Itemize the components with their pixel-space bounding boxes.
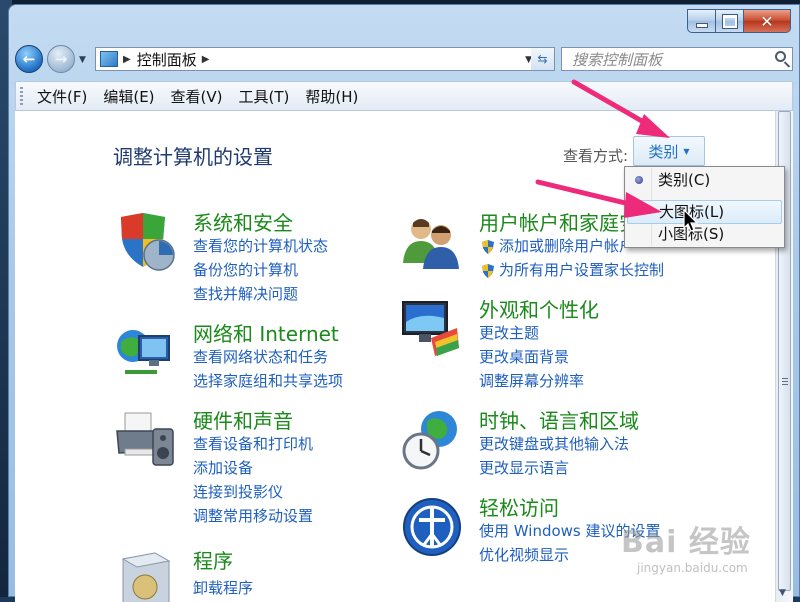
address-bar[interactable]: ▶ 控制面板 ▶ ▼ <box>95 47 541 71</box>
search-box[interactable] <box>561 47 793 71</box>
link-keyboard-input[interactable]: 更改键盘或其他输入法 <box>479 433 629 454</box>
menu-grip <box>20 87 23 105</box>
refresh-button[interactable]: ⇆ <box>531 47 555 71</box>
link-backup-computer[interactable]: 备份您的计算机 <box>193 259 298 280</box>
view-by-value: 类别 <box>648 142 679 161</box>
category-title[interactable]: 硬件和声音 <box>193 405 293 434</box>
category-title[interactable]: 系统和安全 <box>193 207 293 236</box>
close-button[interactable]: ✕ <box>743 9 791 33</box>
menu-view[interactable]: 查看(V) <box>163 86 231 107</box>
view-by-menu: 类别(C) 大图标(L) 小图标(S) <box>624 166 785 248</box>
monitor-palette-icon <box>402 301 459 356</box>
category-title[interactable]: 时钟、语言和区域 <box>479 405 639 434</box>
users-icon <box>403 219 459 269</box>
link-parental-controls[interactable]: 为所有用户设置家长控制 <box>499 259 664 280</box>
menu-item-label: 大图标(L) <box>659 203 725 221</box>
link-optimize-display[interactable]: 优化视频显示 <box>479 544 569 565</box>
history-dropdown-icon[interactable]: ▼ <box>79 55 86 65</box>
uac-shield-icon <box>481 239 495 254</box>
link-troubleshoot[interactable]: 查找并解决问题 <box>193 283 298 304</box>
link-screen-resolution[interactable]: 调整屏幕分辨率 <box>479 370 584 391</box>
link-devices-printers[interactable]: 查看设备和打印机 <box>193 433 313 454</box>
back-arrow-icon: ← <box>22 50 36 68</box>
category-title[interactable]: 外观和个性化 <box>479 294 599 323</box>
scrollbar-grip-icon <box>782 378 788 386</box>
menu-item-small-icons[interactable]: 小图标(S) <box>627 223 782 247</box>
uac-shield-icon <box>481 263 495 278</box>
navigation-bar: ← → ▼ ▶ 控制面板 ▶ ▼ ⇆ <box>9 41 799 77</box>
menu-item-category[interactable]: 类别(C) <box>627 169 782 193</box>
watermark-url: jingyan.baidu.com <box>637 561 748 575</box>
category-title[interactable]: 网络和 Internet <box>193 318 339 347</box>
caption-buttons: ✕ <box>687 9 791 33</box>
refresh-icon: ⇆ <box>537 52 548 66</box>
link-check-computer-status[interactable]: 查看您的计算机状态 <box>193 235 328 256</box>
close-icon: ✕ <box>760 11 774 31</box>
maximize-button[interactable] <box>715 9 743 33</box>
menu-file[interactable]: 文件(F) <box>29 86 95 107</box>
forward-arrow-icon: → <box>54 50 68 68</box>
link-connect-projector[interactable]: 连接到投影仪 <box>193 481 283 502</box>
breadcrumb-chevron-icon[interactable]: ▶ <box>123 54 131 65</box>
category-title[interactable]: 轻松访问 <box>479 492 559 521</box>
link-mobility-settings[interactable]: 调整常用移动设置 <box>193 505 313 526</box>
printer-icon <box>116 412 174 466</box>
menu-help[interactable]: 帮助(H) <box>297 86 366 107</box>
menu-item-label: 类别(C) <box>658 171 711 189</box>
control-panel-window: ✕ ← → ▼ ▶ 控制面板 ▶ ▼ ⇆ 文件(F) 编辑(E) 查看(V) 工… <box>8 4 800 602</box>
network-globe-icon <box>117 330 170 374</box>
link-display-language[interactable]: 更改显示语言 <box>479 457 569 478</box>
link-change-theme[interactable]: 更改主题 <box>479 322 539 343</box>
forward-button[interactable]: → <box>47 45 75 73</box>
link-add-remove-users[interactable]: 添加或删除用户帐户 <box>499 235 634 256</box>
ease-of-access-icon <box>403 498 461 556</box>
clock-globe-icon <box>402 411 457 470</box>
menu-item-label: 小图标(S) <box>658 225 725 243</box>
menu-bar: 文件(F) 编辑(E) 查看(V) 工具(T) 帮助(H) <box>15 81 793 111</box>
minimize-icon <box>695 22 708 28</box>
link-desktop-background[interactable]: 更改桌面背景 <box>479 346 569 367</box>
page-title: 调整计算机的设置 <box>113 145 273 169</box>
chevron-down-icon: ▼ <box>683 146 690 156</box>
menu-edit[interactable]: 编辑(E) <box>95 86 162 107</box>
category-title[interactable]: 用户帐户和家庭安 <box>479 207 639 236</box>
programs-box-icon <box>121 552 171 602</box>
back-button[interactable]: ← <box>15 45 43 73</box>
link-network-status[interactable]: 查看网络状态和任务 <box>193 346 328 367</box>
minimize-button[interactable] <box>687 9 715 33</box>
control-panel-icon <box>100 51 118 67</box>
link-uninstall-program[interactable]: 卸载程序 <box>193 577 253 598</box>
link-add-device[interactable]: 添加设备 <box>193 457 253 478</box>
view-by-label: 查看方式: <box>563 147 629 165</box>
view-by-button[interactable]: 类别 ▼ <box>633 136 705 166</box>
link-homegroup-sharing[interactable]: 选择家庭组和共享选项 <box>193 370 343 391</box>
menu-item-large-icons[interactable]: 大图标(L) <box>627 200 782 224</box>
search-input[interactable] <box>570 49 770 71</box>
category-title[interactable]: 程序 <box>193 545 233 574</box>
menu-tools[interactable]: 工具(T) <box>231 86 298 107</box>
shield-icon <box>121 213 175 271</box>
search-icon[interactable] <box>775 51 786 62</box>
breadcrumb-chevron-icon[interactable]: ▶ <box>202 54 210 65</box>
maximize-icon <box>721 13 738 29</box>
radio-bullet-icon <box>635 176 643 184</box>
watermark-logo: Bai 经验 <box>621 525 751 560</box>
breadcrumb-control-panel[interactable]: 控制面板 <box>137 49 197 70</box>
